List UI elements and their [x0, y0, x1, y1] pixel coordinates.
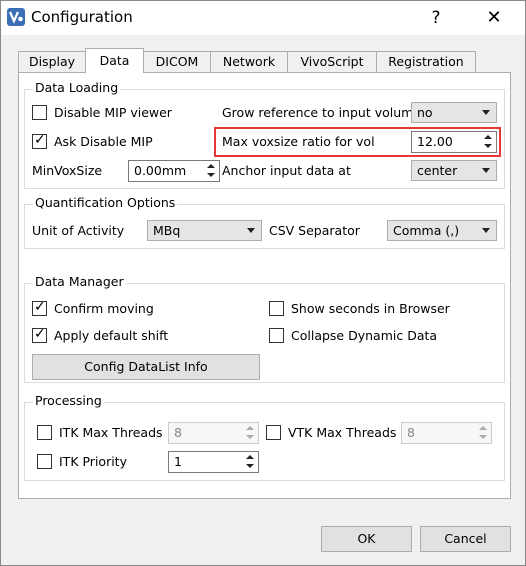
processing-title: Processing — [33, 393, 104, 408]
max-voxsize-ratio-value: 12.00 — [417, 134, 453, 149]
csv-separator-value: Comma (,) — [393, 223, 460, 238]
spin-down-icon[interactable] — [243, 433, 257, 442]
chevron-down-icon — [482, 110, 490, 115]
quantification-group: Quantification Options Unit of Activity … — [24, 195, 505, 249]
spin-down-icon[interactable] — [481, 142, 495, 151]
disable-mip-viewer-checkbox[interactable] — [32, 105, 47, 120]
unit-of-activity-label: Unit of Activity — [32, 223, 125, 238]
spin-up-icon[interactable] — [204, 162, 218, 171]
anchor-input-combo[interactable]: center — [411, 160, 497, 181]
tab-vivoscript[interactable]: VivoScript — [287, 51, 377, 72]
tab-network[interactable]: Network — [210, 51, 288, 72]
title-bar: Configuration ? ✕ — [1, 1, 525, 35]
itk-priority-label: ITK Priority — [59, 454, 127, 469]
spin-up-icon[interactable] — [243, 424, 257, 433]
collapse-dynamic-label: Collapse Dynamic Data — [291, 328, 438, 343]
data-loading-title: Data Loading — [33, 80, 121, 95]
itk-max-threads-value: 8 — [174, 425, 182, 440]
window-title: Configuration — [31, 8, 133, 26]
quantification-title: Quantification Options — [33, 195, 178, 210]
tab-dicom[interactable]: DICOM — [143, 51, 211, 72]
spin-up-icon[interactable] — [243, 453, 257, 462]
itk-max-threads-label: ITK Max Threads — [59, 425, 163, 440]
close-button[interactable]: ✕ — [471, 1, 517, 35]
itk-max-threads-spinbox[interactable]: 8 — [168, 422, 259, 444]
data-manager-title: Data Manager — [33, 274, 126, 289]
vtk-max-threads-spinbox[interactable]: 8 — [401, 422, 492, 444]
configuration-dialog: Configuration ? ✕ Display Data DICOM Net… — [0, 0, 526, 566]
chevron-down-icon — [482, 168, 490, 173]
unit-of-activity-value: MBq — [153, 223, 181, 238]
csv-separator-label: CSV Separator — [269, 223, 360, 238]
spin-up-icon[interactable] — [476, 424, 490, 433]
show-seconds-label: Show seconds in Browser — [291, 301, 450, 316]
chevron-down-icon — [482, 228, 490, 233]
collapse-dynamic-checkbox[interactable] — [269, 328, 284, 343]
check-icon: ✓ — [34, 132, 46, 148]
disable-mip-viewer-label: Disable MIP viewer — [54, 105, 172, 120]
apply-default-shift-label: Apply default shift — [54, 328, 169, 343]
config-datalist-info-button[interactable]: Config DataList Info — [32, 354, 260, 380]
cancel-button[interactable]: Cancel — [420, 526, 511, 552]
data-loading-group: Data Loading Disable MIP viewer ✓ Ask Di… — [24, 80, 505, 189]
spin-down-icon[interactable] — [476, 433, 490, 442]
itk-priority-checkbox[interactable] — [37, 454, 52, 469]
itk-priority-value: 1 — [174, 454, 182, 469]
min-vox-size-value: 0.00mm — [134, 163, 187, 178]
min-vox-size-label: MinVoxSize — [32, 163, 103, 178]
ask-disable-mip-checkbox[interactable]: ✓ — [32, 132, 47, 149]
grow-reference-label: Grow reference to input volume — [222, 105, 422, 120]
vtk-max-threads-value: 8 — [407, 425, 415, 440]
confirm-moving-label: Confirm moving — [54, 301, 154, 316]
spin-down-icon[interactable] — [243, 462, 257, 471]
tab-registration[interactable]: Registration — [376, 51, 476, 72]
data-manager-group: Data Manager ✓ Confirm moving ✓ Apply de… — [24, 274, 505, 383]
apply-default-shift-checkbox[interactable]: ✓ — [32, 326, 47, 343]
csv-separator-combo[interactable]: Comma (,) — [387, 220, 497, 241]
ask-disable-mip-label: Ask Disable MIP — [54, 134, 153, 149]
ok-button[interactable]: OK — [321, 526, 412, 552]
chevron-down-icon — [247, 228, 255, 233]
spin-up-icon[interactable] — [481, 133, 495, 142]
check-icon: ✓ — [34, 326, 46, 342]
itk-priority-spinbox[interactable]: 1 — [168, 451, 259, 473]
processing-group: Processing ITK Max Threads 8 VTK Max Thr… — [24, 393, 505, 481]
confirm-moving-checkbox[interactable]: ✓ — [32, 299, 47, 316]
anchor-input-label: Anchor input data at — [222, 163, 351, 178]
tab-display[interactable]: Display — [18, 51, 86, 72]
check-icon: ✓ — [34, 299, 46, 315]
data-tab-panel: Data Loading Disable MIP viewer ✓ Ask Di… — [18, 72, 511, 499]
vtk-max-threads-label: VTK Max Threads — [288, 425, 397, 440]
unit-of-activity-combo[interactable]: MBq — [147, 220, 262, 241]
anchor-input-value: center — [417, 163, 458, 178]
vtk-max-threads-checkbox[interactable] — [266, 425, 281, 440]
tab-data[interactable]: Data — [85, 48, 144, 73]
spin-down-icon[interactable] — [204, 171, 218, 180]
max-voxsize-ratio-label: Max voxsize ratio for vol — [222, 134, 375, 149]
app-logo-icon — [7, 8, 25, 26]
itk-max-threads-checkbox[interactable] — [37, 425, 52, 440]
min-vox-size-spinbox[interactable]: 0.00mm — [128, 160, 220, 182]
max-voxsize-ratio-spinbox[interactable]: 12.00 — [411, 131, 497, 153]
grow-reference-value: no — [417, 105, 433, 120]
grow-reference-combo[interactable]: no — [411, 102, 497, 123]
help-button[interactable]: ? — [413, 1, 459, 35]
show-seconds-checkbox[interactable] — [269, 301, 284, 316]
